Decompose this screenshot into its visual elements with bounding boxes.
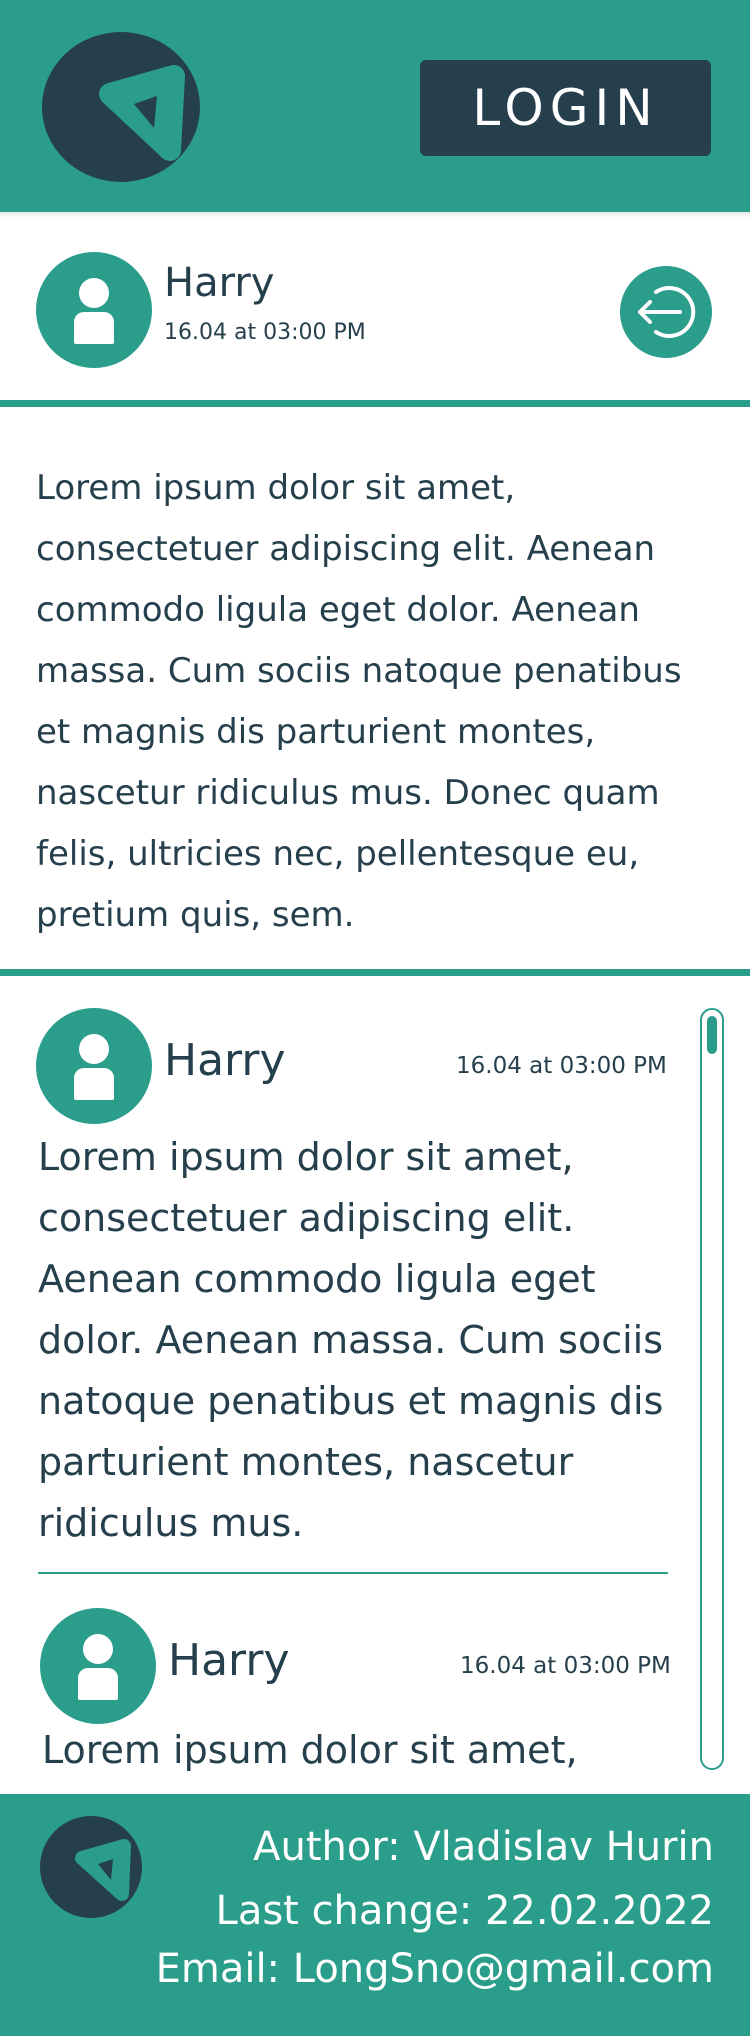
scrollbar-thumb[interactable] — [707, 1016, 717, 1054]
app-logo-icon[interactable] — [42, 32, 200, 182]
comment-timestamp: 16.04 at 03:00 PM — [460, 1653, 671, 1679]
comment-avatar-icon — [40, 1608, 156, 1724]
comment-separator — [38, 1572, 668, 1574]
post-author: Harry — [164, 260, 275, 306]
logout-icon — [638, 286, 696, 338]
top-header: LOGIN — [0, 0, 750, 212]
footer-logo-icon — [40, 1816, 142, 1918]
comment-text: Lorem ipsum dolor sit amet, consectetuer… — [38, 1135, 664, 1545]
comment-timestamp: 16.04 at 03:00 PM — [456, 1053, 667, 1079]
comments-scrollbar[interactable] — [700, 1008, 724, 1770]
user-avatar-icon — [36, 252, 152, 368]
comment-author: Harry — [164, 1035, 286, 1086]
login-button[interactable]: LOGIN — [420, 60, 711, 156]
comment-text: Lorem ipsum dolor sit amet, — [42, 1728, 578, 1772]
comment-avatar-icon — [36, 1008, 152, 1124]
comment-author: Harry — [168, 1635, 290, 1686]
comments-list[interactable]: Harry 16.04 at 03:00 PM Lorem ipsum dolo… — [0, 977, 750, 1794]
footer-last-change: Last change: 22.02.2022 — [215, 1888, 714, 1934]
footer-author: Author: Vladislav Hurin — [253, 1824, 714, 1870]
post-timestamp: 16.04 at 03:00 PM — [164, 320, 366, 345]
post-body-text: Lorem ipsum dolor sit amet, consectetuer… — [36, 468, 682, 935]
post-divider — [0, 400, 750, 407]
page-footer: Author: Vladislav Hurin Last change: 22.… — [0, 1794, 750, 2036]
footer-email[interactable]: Email: LongSno@gmail.com — [156, 1946, 714, 1992]
logout-button[interactable] — [620, 266, 712, 358]
post-header: Harry 16.04 at 03:00 PM — [0, 212, 750, 402]
comments-divider — [0, 969, 750, 976]
